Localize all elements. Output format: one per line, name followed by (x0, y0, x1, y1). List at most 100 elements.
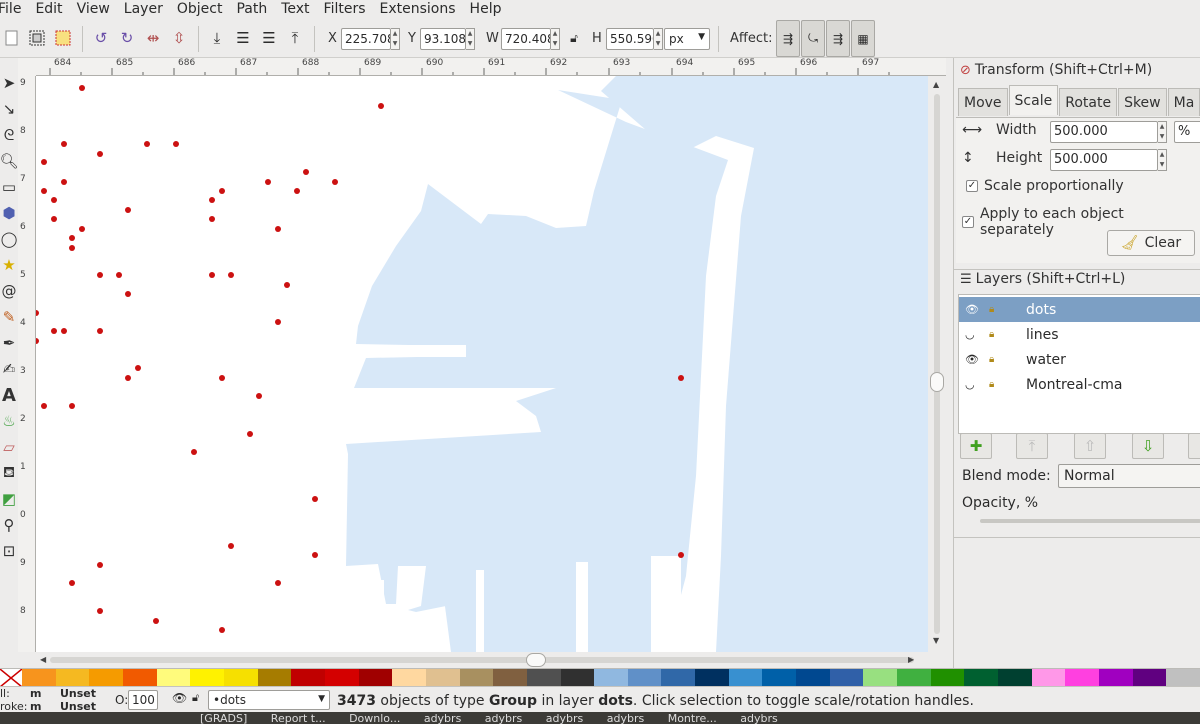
connector-icon[interactable]: ⊡ (0, 538, 18, 564)
scroll-down-icon[interactable]: ▼ (933, 636, 939, 645)
dot[interactable] (125, 291, 131, 297)
dot[interactable] (247, 431, 253, 437)
layer-row-dots[interactable]: 👁︎ 🔒︎ dots (959, 297, 1200, 322)
opacity-status-input[interactable]: 100 (128, 690, 158, 710)
color-swatch[interactable] (829, 669, 864, 687)
eye-icon[interactable]: 👁︎ (172, 691, 187, 705)
dot[interactable] (265, 179, 271, 185)
color-swatch[interactable] (89, 669, 123, 687)
dot[interactable] (209, 216, 215, 222)
affect-patterns-button[interactable]: ▦ (851, 20, 875, 57)
clear-button[interactable]: 🧹︎ Clear (1107, 230, 1195, 256)
lock-icon[interactable]: 🔓︎ (192, 691, 199, 705)
dot[interactable] (312, 496, 318, 502)
dot[interactable] (135, 365, 141, 371)
dot[interactable] (116, 272, 122, 278)
color-swatch[interactable] (55, 669, 90, 687)
lower-layer-button[interactable]: ⇩ (1132, 433, 1164, 459)
color-swatch[interactable] (190, 669, 224, 687)
dot[interactable] (378, 103, 384, 109)
color-swatch[interactable] (1099, 669, 1133, 687)
dot[interactable] (219, 375, 225, 381)
taskbar-item[interactable]: adybrs (597, 712, 654, 724)
rect-icon[interactable]: ▭ (0, 174, 18, 200)
taskbar-item[interactable]: adybrs (414, 712, 471, 724)
dot[interactable] (41, 188, 47, 194)
current-layer-select[interactable]: •dots ▼ (208, 690, 330, 710)
dot[interactable] (97, 562, 103, 568)
scale-proportionally-row[interactable]: ✓ Scale proportionally (966, 178, 1124, 194)
pencil-icon[interactable]: ✎ (0, 304, 18, 330)
dot[interactable] (275, 319, 281, 325)
dot[interactable] (153, 618, 159, 624)
lock-icon[interactable]: 🔒︎ (989, 329, 994, 340)
color-swatch[interactable] (122, 669, 157, 687)
dot[interactable] (97, 151, 103, 157)
dot[interactable] (51, 216, 57, 222)
layer-row-montreal-cma[interactable]: ◡ 🔒︎ Montreal-cma (959, 372, 1200, 397)
menu-extensions[interactable]: Extensions (373, 0, 463, 18)
menu-help[interactable]: Help (463, 0, 509, 18)
y-spinner[interactable]: ▲ ▼ (466, 28, 475, 50)
rotate-ccw-icon[interactable]: ↺ (90, 27, 112, 49)
color-swatch[interactable] (392, 669, 426, 687)
rotate-cw-icon[interactable]: ↻ (116, 27, 138, 49)
menu-file[interactable]: File (0, 0, 28, 18)
dot[interactable] (61, 179, 67, 185)
color-swatch[interactable] (897, 669, 931, 687)
color-swatch[interactable] (156, 669, 191, 687)
dot[interactable] (678, 375, 684, 381)
dot[interactable] (61, 141, 67, 147)
color-swatch[interactable] (1065, 669, 1099, 687)
tab-rotate[interactable]: Rotate (1059, 88, 1118, 116)
dot[interactable] (303, 169, 309, 175)
affect-gradients-button[interactable]: ⇶ (826, 20, 850, 57)
layer-row-lines[interactable]: ◡ 🔒︎ lines (959, 322, 1200, 347)
eraser-icon[interactable]: ▱ (0, 434, 18, 460)
dot[interactable] (61, 328, 67, 334)
dot[interactable] (209, 197, 215, 203)
color-swatch[interactable] (762, 669, 797, 687)
calligraphy-icon[interactable]: ✍ (0, 356, 18, 382)
selector-icon[interactable]: ➤ (0, 70, 18, 96)
h-spinner[interactable]: ▲ ▼ (654, 28, 663, 50)
unit-select[interactable]: px ▼ (664, 28, 710, 50)
w-input[interactable]: 720.408 (501, 28, 551, 50)
color-swatch[interactable] (526, 669, 561, 687)
select-all-layers-icon[interactable] (26, 27, 48, 49)
h-input[interactable]: 550.590 (606, 28, 654, 50)
pen-icon[interactable]: ✒ (0, 330, 18, 356)
apply-each-checkbox[interactable]: ✓ (962, 216, 974, 228)
dot[interactable] (36, 338, 39, 344)
raise-icon[interactable]: ☰ (258, 27, 280, 49)
color-swatch[interactable] (1031, 669, 1066, 687)
dot[interactable] (51, 328, 57, 334)
dot[interactable] (256, 393, 262, 399)
box3d-icon[interactable]: ⬢ (0, 200, 18, 226)
dot[interactable] (228, 272, 234, 278)
dropper-icon[interactable]: ⚲ (0, 512, 18, 538)
dot[interactable] (97, 328, 103, 334)
x-spinner[interactable]: ▲ ▼ (391, 28, 400, 50)
dot[interactable] (51, 197, 57, 203)
dot[interactable] (678, 552, 684, 558)
x-input[interactable]: 225.708 (341, 28, 391, 50)
taskbar-item[interactable]: adybrs (536, 712, 593, 724)
text-icon[interactable]: A (0, 382, 18, 408)
add-layer-button[interactable]: ✚ (960, 433, 992, 459)
scale-width-spinner[interactable]: ▲ ▼ (1158, 121, 1167, 143)
color-swatch[interactable] (728, 669, 763, 687)
color-swatch[interactable] (291, 669, 325, 687)
zoom-icon[interactable]: 🔍︎ (0, 148, 18, 174)
taskbar-item[interactable]: Downlo... (339, 712, 410, 724)
affect-stroke-width-button[interactable]: ⇶ (776, 20, 800, 57)
dot[interactable] (332, 179, 338, 185)
raise-layer-button[interactable]: ⇧ (1074, 433, 1106, 459)
scroll-track[interactable] (50, 657, 914, 663)
scroll-track[interactable] (934, 94, 940, 634)
color-swatch[interactable] (964, 669, 999, 687)
flip-horizontal-icon[interactable]: ⇹ (142, 27, 164, 49)
menu-layer[interactable]: Layer (117, 0, 170, 18)
raise-layer-top-button[interactable]: ⤒ (1016, 433, 1048, 459)
dot[interactable] (191, 449, 197, 455)
